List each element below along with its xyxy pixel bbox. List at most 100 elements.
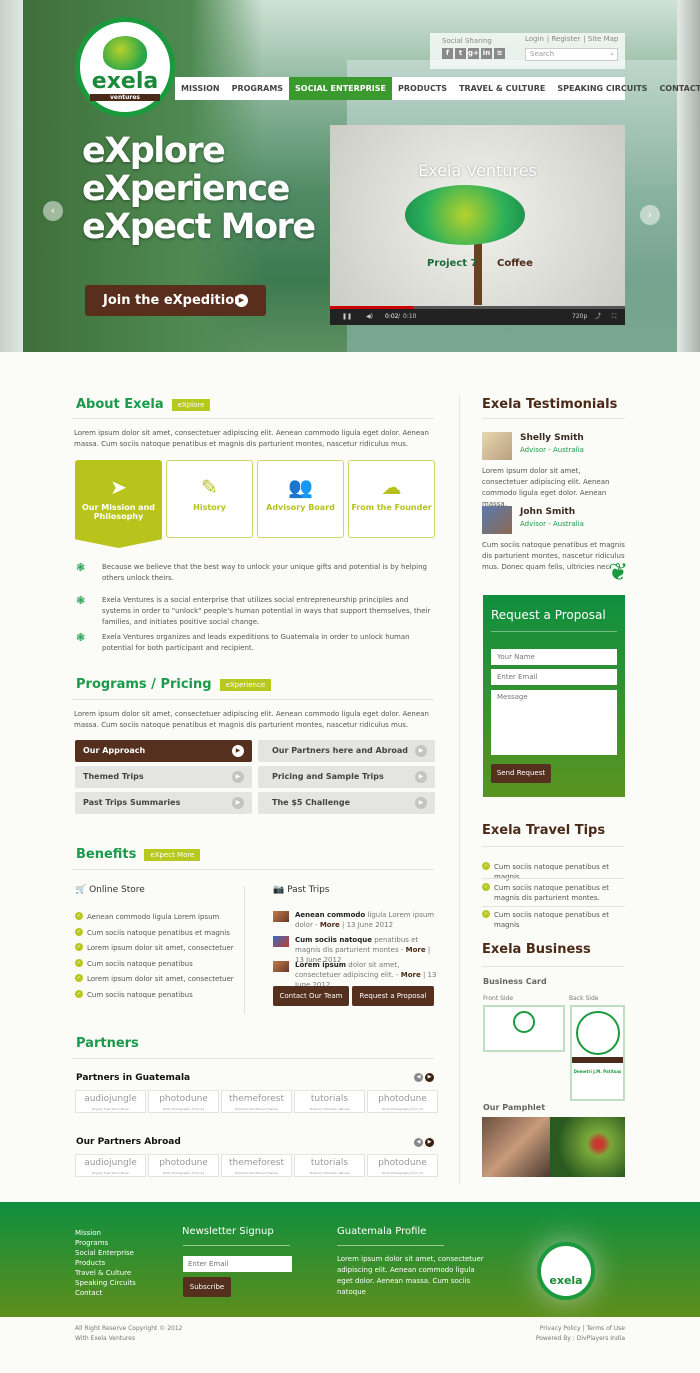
pamphlet-image-coffee[interactable] (550, 1117, 625, 1177)
partner-logo[interactable]: tutorials Premium Tutorials, eBooks (294, 1154, 365, 1177)
divider (482, 906, 625, 907)
site-logo[interactable]: exela ventures (75, 17, 175, 117)
slider-prev-arrow-icon[interactable]: ‹ (43, 201, 63, 221)
store-item[interactable]: Aenean commodo ligula Lorem ipsum (75, 912, 240, 922)
partner-logo[interactable]: photodune Stock Photography From $1 (367, 1154, 438, 1177)
trip-item[interactable]: Aenean commodo ligula Lorem ipsum dolor … (273, 910, 438, 930)
trip-bold: Lorem ipsum (295, 961, 347, 969)
footer-link-programs[interactable]: Programs (75, 1238, 136, 1248)
join-expedition-button[interactable]: Join the eXpedition ▶ (85, 285, 266, 316)
partner-logo[interactable]: themeforest Premium WordPress Themes (221, 1090, 292, 1113)
partner-logo[interactable]: tutorials Premium Tutorials, eBooks (294, 1090, 365, 1113)
trip-thumbnail (273, 961, 289, 972)
subscribe-button[interactable]: Subscribe (183, 1277, 231, 1297)
trip-more-link[interactable]: More (406, 946, 426, 954)
trip-more-link[interactable]: More (320, 921, 340, 929)
about-tag: eXplore (171, 398, 211, 411)
business-card-front[interactable] (483, 1005, 565, 1052)
partner-logo[interactable]: audiojungle Royalty Free Stock Music (75, 1154, 146, 1177)
message-field[interactable] (491, 690, 617, 755)
quality-button[interactable]: 720p (572, 309, 587, 325)
program-themed-trips[interactable]: Themed Trips ▶ (75, 766, 252, 788)
twitter-icon[interactable]: t (455, 48, 466, 59)
register-link[interactable]: Register (551, 35, 580, 43)
slider-next-arrow-icon[interactable]: › (640, 205, 660, 225)
store-item[interactable]: Cum sociis natoque penatibus (75, 989, 240, 1000)
partners-prev-icon[interactable]: ◀ (414, 1138, 423, 1147)
footer-link-speaking[interactable]: Speaking Circuits (75, 1278, 136, 1288)
newsletter-email-input[interactable] (183, 1256, 292, 1272)
nav-contact[interactable]: CONTACT (653, 77, 700, 100)
social-sharing-label: Social Sharing (442, 37, 492, 45)
nav-mission[interactable]: MISSION (179, 77, 226, 100)
column-divider (459, 395, 460, 1185)
trip-more-link[interactable]: More (401, 971, 421, 979)
profile-title: Guatemala Profile (337, 1226, 427, 1237)
search-input[interactable]: Search ⌕ (525, 48, 618, 61)
about-intro: Lorem ipsum dolor sit amet, consectetuer… (74, 429, 429, 448)
play-circle-icon: ▶ (415, 797, 427, 809)
program-partners[interactable]: Our Partners here and Abroad ▶ (258, 740, 435, 762)
linkedin-icon[interactable]: in (481, 48, 492, 59)
pause-icon[interactable]: ❚❚ (342, 309, 352, 325)
popout-icon[interactable]: ⤴ (595, 309, 601, 325)
send-request-button[interactable]: Send Request (491, 764, 551, 783)
partner-logo[interactable]: photodune Stock Photography From $1 (367, 1090, 438, 1113)
program-5-challenge[interactable]: The $5 Challenge ▶ (258, 792, 435, 814)
footer-link-mission[interactable]: Mission (75, 1228, 136, 1238)
email-field[interactable] (491, 669, 617, 685)
footer-logo[interactable]: exela (537, 1242, 595, 1300)
tile-founder[interactable]: ☁ From the Founder (348, 460, 435, 538)
nav-travel-culture[interactable]: TRAVEL & CULTURE (453, 77, 551, 100)
footer-link-social-enterprise[interactable]: Social Enterprise (75, 1248, 136, 1258)
video-player[interactable]: Exela Ventures Project 7 Coffee ❚❚ ◀) 0:… (330, 125, 625, 325)
facebook-icon[interactable]: f (442, 48, 453, 59)
proposal-form: Request a Proposal Send Request (483, 595, 625, 797)
tile-advisory-board[interactable]: 👥 Advisory Board (257, 460, 344, 538)
search-icon[interactable]: ⌕ (610, 49, 614, 60)
partners-next-icon[interactable]: ▶ (425, 1073, 434, 1082)
divider (183, 1245, 290, 1246)
partner-logo[interactable]: themeforest Premium WordPress Themes (221, 1154, 292, 1177)
partner-logo[interactable]: photodune Stock Photography From $1 (148, 1090, 219, 1113)
video-title: Exela Ventures (418, 161, 537, 180)
login-link[interactable]: Login (525, 35, 544, 43)
rss-icon[interactable]: ≋ (494, 48, 505, 59)
footer-link-contact[interactable]: Contact (75, 1288, 136, 1298)
partners-next-icon[interactable]: ▶ (425, 1138, 434, 1147)
name-field[interactable] (491, 649, 617, 665)
fullscreen-icon[interactable]: ⛶ (612, 309, 616, 325)
request-proposal-button[interactable]: Request a Proposal (352, 986, 434, 1006)
play-circle-icon: ▶ (232, 745, 244, 757)
partner-logo[interactable]: photodune Stock Photography From $1 (148, 1154, 219, 1177)
store-item[interactable]: Lorem ipsum dolor sit amet, consectetuer (75, 943, 240, 953)
site-map-link[interactable]: Site Map (588, 35, 618, 43)
tile-history[interactable]: ✎ History (166, 460, 253, 538)
footer-link-products[interactable]: Products (75, 1258, 136, 1268)
store-item[interactable]: Lorem ipsum dolor sit amet, consectetuer (75, 974, 240, 984)
nav-speaking-circuits[interactable]: SPEAKING CIRCUITS (551, 77, 653, 100)
business-card-back[interactable]: Demetri J.M. Patitsas (570, 1005, 625, 1101)
program-past-trips[interactable]: Past Trips Summaries ▶ (75, 792, 252, 814)
nav-products[interactable]: PRODUCTS (392, 77, 453, 100)
store-item[interactable]: Cum sociis natoque penatibus et magnis (75, 927, 240, 938)
tile-mission[interactable]: ➤ Our Mission and Philosophy (75, 460, 162, 548)
partner-logo[interactable]: audiojungle Royalty Free Stock Music (75, 1090, 146, 1113)
contact-team-button[interactable]: Contact Our Team (273, 986, 349, 1006)
terms-link[interactable]: Terms of Use (587, 1325, 625, 1332)
nav-programs[interactable]: PROGRAMS (226, 77, 289, 100)
partner-logo-sub: Premium WordPress Themes (235, 1107, 278, 1111)
footer-link-travel[interactable]: Travel & Culture (75, 1268, 136, 1278)
store-item[interactable]: Cum sociis natoque penatibus (75, 958, 240, 969)
privacy-link[interactable]: Privacy Policy (540, 1325, 581, 1332)
bullet-text: Exela Ventures is a social enterprise th… (102, 596, 431, 626)
program-pricing[interactable]: Pricing and Sample Trips ▶ (258, 766, 435, 788)
program-our-approach[interactable]: Our Approach ▶ (75, 740, 252, 762)
partner-logo-name: themeforest (228, 1094, 284, 1104)
volume-icon[interactable]: ◀) (366, 309, 373, 325)
programs-intro: Lorem ipsum dolor sit amet, consectetuer… (74, 710, 429, 729)
google-plus-icon[interactable]: g+ (468, 48, 479, 59)
pamphlet-image-child[interactable] (482, 1117, 550, 1177)
partners-prev-icon[interactable]: ◀ (414, 1073, 423, 1082)
nav-social-enterprise[interactable]: SOCIAL ENTERPRISE (289, 77, 392, 100)
